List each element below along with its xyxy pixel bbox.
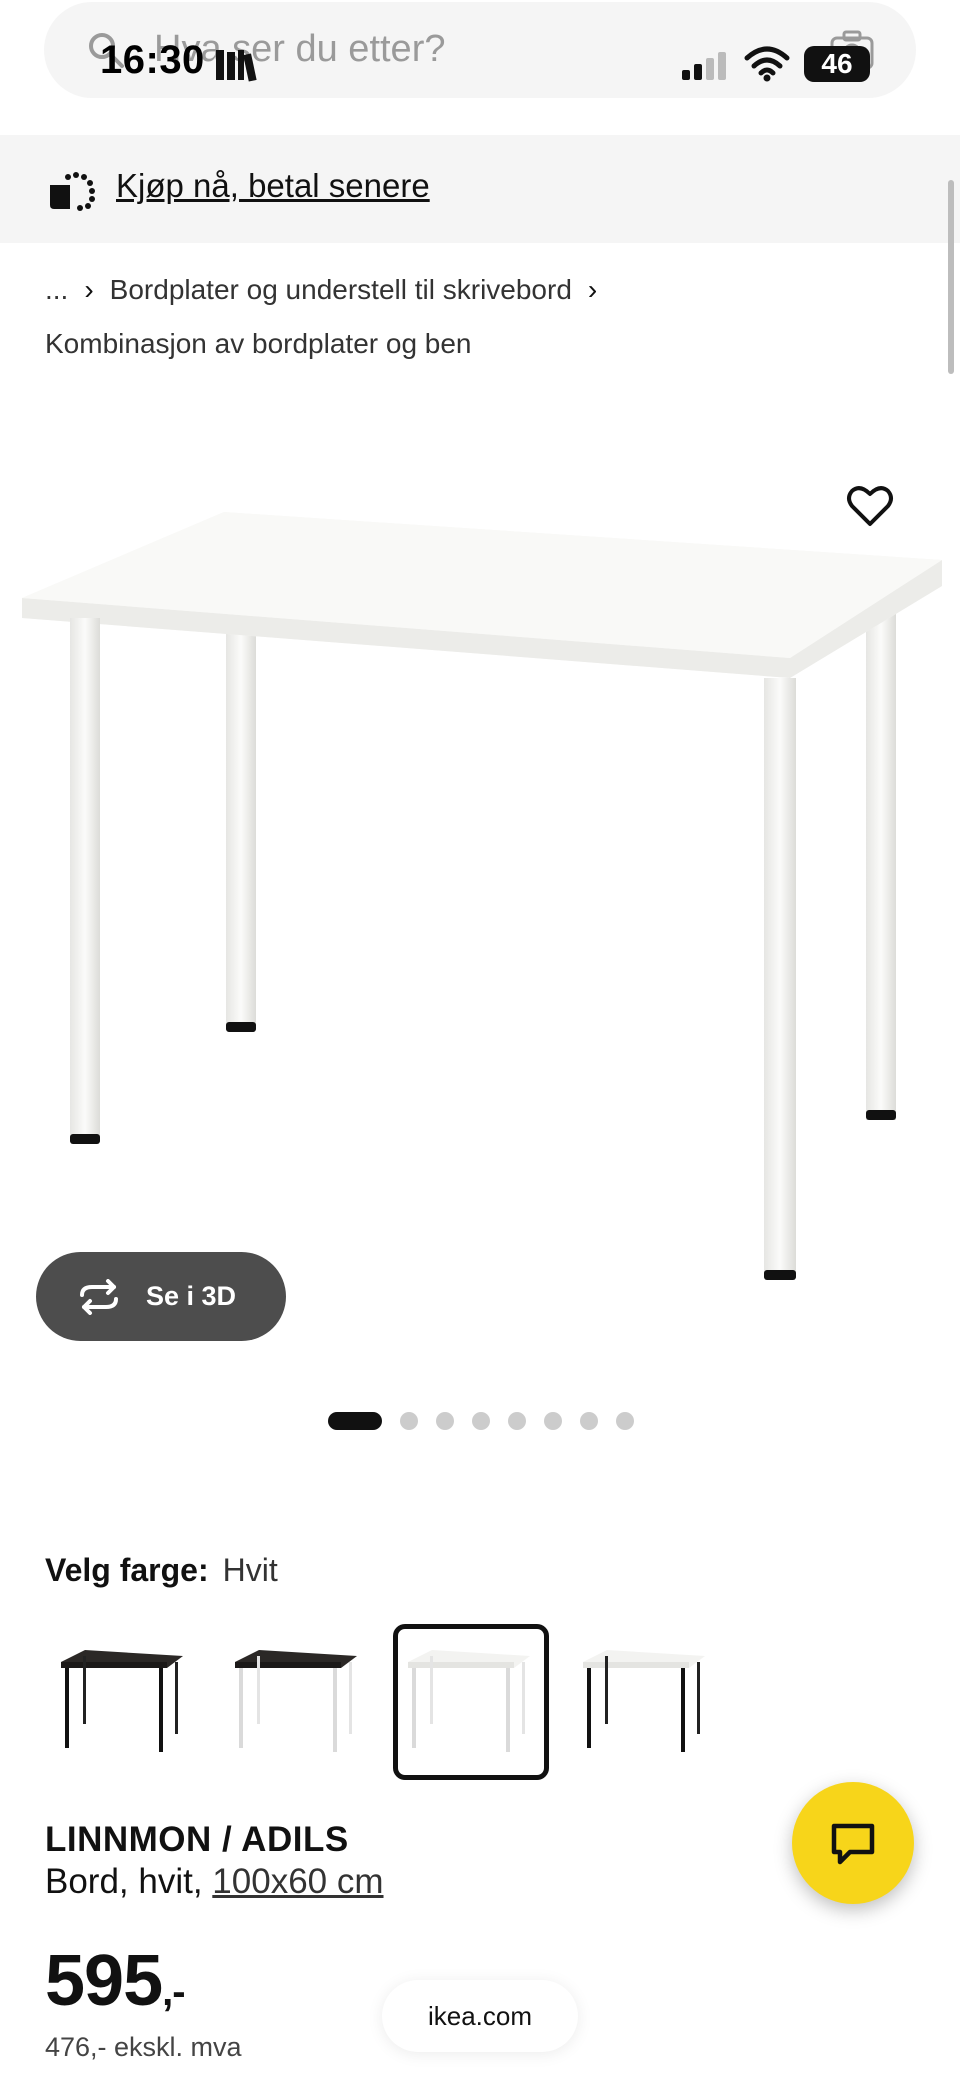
- wallet-icon: [50, 172, 95, 211]
- color-swatches: [45, 1624, 741, 1780]
- status-time: 16:30: [100, 38, 205, 82]
- price-value: 595: [45, 1941, 163, 2021]
- pay-later-link[interactable]: Kjøp nå, betal senere: [116, 167, 430, 205]
- product-description: Bord, hvit, 100x60 cm: [45, 1862, 384, 1902]
- color-swatch-white-black[interactable]: [567, 1624, 723, 1780]
- color-swatch-black-brown-white[interactable]: [219, 1624, 375, 1780]
- color-selected-value: Hvit: [222, 1552, 278, 1588]
- wifi-icon: [744, 46, 790, 82]
- gallery-dot[interactable]: [544, 1412, 562, 1430]
- gallery-dot[interactable]: [436, 1412, 454, 1430]
- books-icon: [216, 50, 257, 82]
- view-3d-label: Se i 3D: [146, 1281, 237, 1311]
- signal-icon: [682, 52, 726, 80]
- color-selector-label: Velg farge: Hvit: [45, 1552, 278, 1589]
- breadcrumb-ellipsis[interactable]: ...: [45, 274, 68, 306]
- gallery-dot[interactable]: [400, 1412, 418, 1430]
- chevron-right-icon: ›: [84, 274, 94, 305]
- price-suffix: ,-: [162, 1970, 185, 2014]
- product-name: LINNMON / ADILS: [45, 1820, 349, 1859]
- color-swatch-white-selected[interactable]: [393, 1624, 549, 1780]
- breadcrumb-item-combination[interactable]: Kombinasjon av bordplater og ben: [45, 328, 472, 360]
- scrollbar[interactable]: [948, 180, 954, 374]
- gallery-dot[interactable]: [472, 1412, 490, 1430]
- breadcrumb-item-desks[interactable]: Bordplater og understell til skrivebord: [110, 274, 572, 306]
- chat-button[interactable]: [792, 1782, 914, 1904]
- gallery-dot[interactable]: [616, 1412, 634, 1430]
- heart-icon[interactable]: [846, 484, 894, 528]
- battery-indicator: 46: [804, 46, 870, 82]
- price-ex-vat: 476,- ekskl. mva: [45, 2032, 242, 2062]
- color-label-text: Velg farge:: [45, 1552, 209, 1588]
- product-dimensions-link[interactable]: 100x60 cm: [212, 1862, 383, 1901]
- gallery-pagination[interactable]: [328, 1412, 652, 1430]
- product-image[interactable]: [0, 440, 960, 1320]
- rotate-3d-icon: [80, 1278, 118, 1315]
- product-description-text: Bord, hvit,: [45, 1862, 213, 1901]
- browser-url[interactable]: ikea.com: [382, 1980, 578, 2052]
- color-swatch-black-brown[interactable]: [45, 1624, 201, 1780]
- view-3d-button[interactable]: Se i 3D: [36, 1252, 286, 1341]
- chat-icon: [831, 1823, 875, 1865]
- gallery-dot[interactable]: [580, 1412, 598, 1430]
- breadcrumb: ... › Bordplater og understell til skriv…: [45, 270, 613, 364]
- chevron-right-icon: ›: [587, 274, 598, 305]
- product-price: 595,-: [45, 1940, 186, 2022]
- gallery-dot-active[interactable]: [328, 1412, 382, 1430]
- gallery-dot[interactable]: [508, 1412, 526, 1430]
- pay-later-banner[interactable]: Kjøp nå, betal senere: [0, 135, 960, 243]
